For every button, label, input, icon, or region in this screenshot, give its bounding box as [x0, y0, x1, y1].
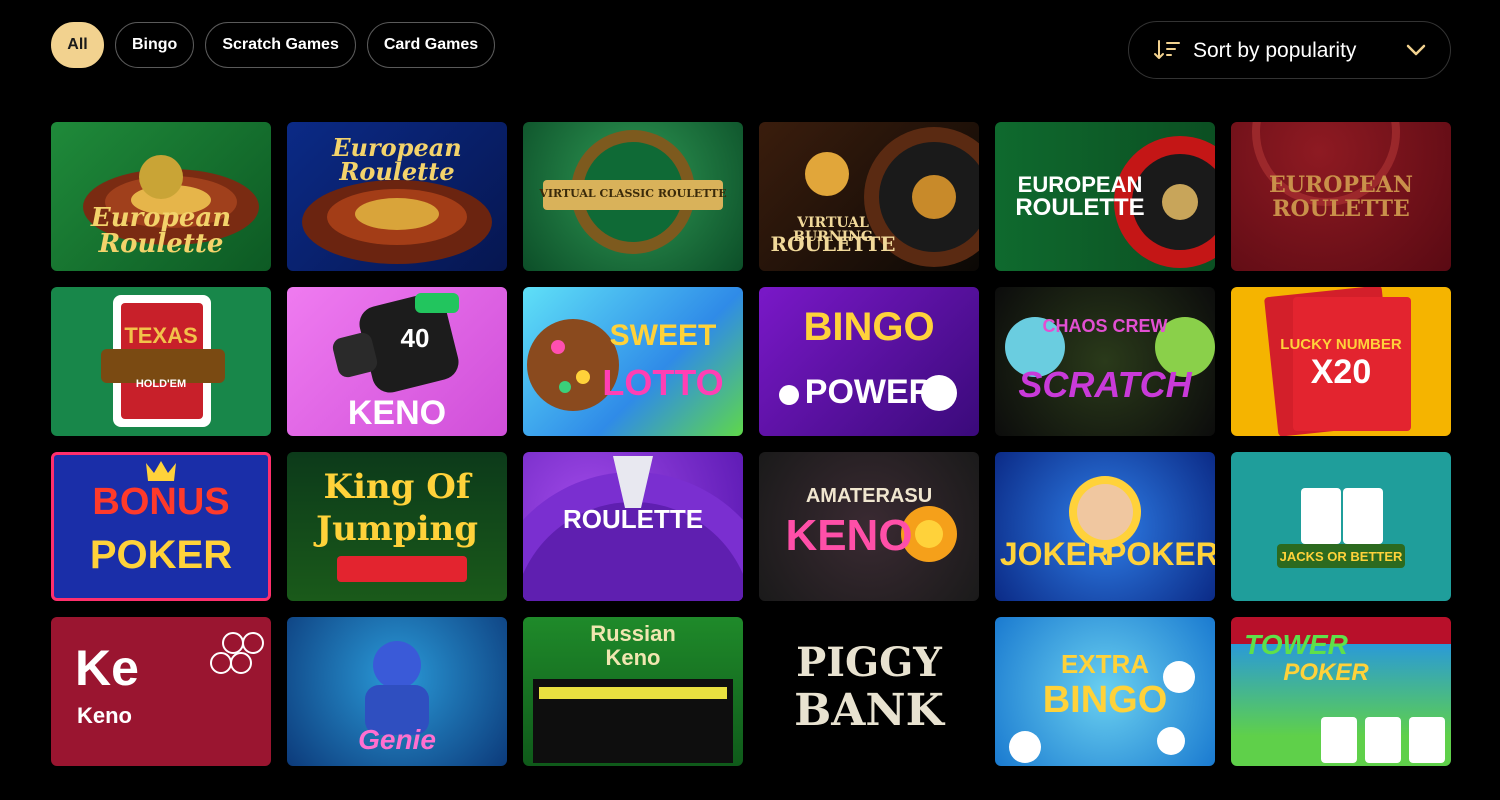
monster-icon: [1005, 317, 1215, 377]
game-tile-virtual-burning-roulette[interactable]: VIRTUAL BURNING ROULETTE: [759, 122, 979, 271]
game-title: SWEET: [609, 319, 717, 352]
game-title: European Roulette: [90, 203, 232, 259]
game-subtitle: BINGO: [1042, 679, 1168, 721]
game-title: Genie: [358, 724, 436, 755]
game-subtitle: KENO: [785, 511, 913, 560]
filter-card-games-chip[interactable]: Card Games: [366, 22, 496, 68]
game-tile-european-roulette-3[interactable]: EUROPEAN ROULETTE: [995, 122, 1215, 271]
sort-label: Sort by popularity: [1193, 39, 1357, 62]
category-filters: All Bingo Scratch Games Card Games: [51, 22, 496, 68]
game-subtitle: ROULETTE: [770, 232, 896, 256]
game-subtitle: BANK: [794, 685, 944, 736]
game-title: ROULETTE: [562, 504, 704, 534]
game-title: BINGO: [803, 305, 935, 349]
game-subtitle: ROULETTE: [1015, 194, 1145, 221]
game-title: LUCKY NUMBER: [1280, 336, 1402, 353]
game-tile-russian-keno[interactable]: Russian Keno: [523, 617, 743, 766]
game-subtitle: LOTTO: [602, 362, 724, 403]
game-title: VIRTUAL CLASSIC ROULETTE: [539, 187, 727, 200]
game-tile-roulette-purple[interactable]: ROULETTE: [523, 452, 743, 601]
game-tile-king-of-jumping[interactable]: King Of Jumping: [287, 452, 507, 601]
game-tile-jacks-or-better[interactable]: JACKS OR BETTER: [1231, 452, 1451, 601]
game-subtitle: X20: [1310, 353, 1372, 391]
game-tile-european-roulette-4[interactable]: EUROPEAN ROULETTE: [1231, 122, 1451, 271]
game-title: KENO: [347, 394, 447, 432]
game-subtitle: POWER: [804, 373, 934, 411]
game-subtitle: SCRATCH: [1018, 364, 1192, 405]
game-subtitle: POKER: [1283, 659, 1369, 686]
playing-card-icon: [1277, 488, 1405, 568]
game-tile-amaterasu-keno[interactable]: AMATERASU KENO: [759, 452, 979, 601]
filter-scratch-games-chip[interactable]: Scratch Games: [205, 22, 356, 68]
game-tile-lucky-number-x20[interactable]: LUCKY NUMBER X20: [1231, 287, 1451, 436]
filter-bingo-chip[interactable]: Bingo: [115, 22, 195, 68]
game-subtitle: ROULETTE: [1272, 196, 1410, 222]
game-tile-bingo-power[interactable]: BINGO POWER: [759, 287, 979, 436]
playing-card-icon: [101, 295, 225, 427]
game-tile-european-roulette-1[interactable]: European Roulette: [51, 122, 271, 271]
game-tile-european-roulette-2[interactable]: European Roulette: [287, 122, 507, 271]
game-subtitle: Jumping: [316, 509, 478, 549]
game-title: King Of: [323, 467, 471, 507]
game-tile-piggy-bank[interactable]: PIGGY BANK: [759, 617, 979, 766]
game-tile-extra-bingo[interactable]: EXTRA BINGO: [995, 617, 1215, 766]
game-tile-chaos-crew-scratch[interactable]: CHAOS CREW SCRATCH: [995, 287, 1215, 436]
game-tile-joker-poker[interactable]: JOKER POKER: [995, 452, 1215, 601]
game-tile-genie[interactable]: Genie: [287, 617, 507, 766]
game-title: TOWER: [1244, 629, 1348, 660]
sort-icon: [1154, 40, 1180, 59]
game-title: AMATERASU: [805, 485, 933, 507]
game-title: CHAOS CREW: [1042, 316, 1168, 336]
game-tile-texas-holdem[interactable]: TEXAS HOLD'EM: [51, 287, 271, 436]
game-title: EUROPEAN: [1017, 172, 1143, 197]
game-title: PIGGY: [796, 639, 942, 686]
game-tile-keno[interactable]: 40 KENO: [287, 287, 507, 436]
game-title: EXTRA: [1060, 649, 1150, 679]
game-title: Ke: [75, 640, 139, 696]
game-tile-keno-element[interactable]: Ke Keno: [51, 617, 271, 766]
game-title: JOKER: [999, 536, 1111, 572]
joker-icon: [1069, 476, 1141, 548]
game-tile-bonus-poker[interactable]: BONUS POKER: [51, 452, 271, 601]
game-tile-tower-poker[interactable]: TOWER POKER: [1231, 617, 1451, 766]
game-subtitle: POKER: [1105, 536, 1215, 572]
game-title: EUROPEAN: [1269, 172, 1413, 198]
filter-all-chip[interactable]: All: [51, 22, 104, 68]
game-title: BONUS: [92, 481, 230, 523]
game-tile-virtual-classic-roulette[interactable]: VIRTUAL CLASSIC ROULETTE: [523, 122, 743, 271]
game-grid: European Roulette European Roulette VIRT…: [51, 122, 1451, 766]
keno-number: 40: [400, 323, 430, 353]
chevron-down-icon: [1406, 44, 1426, 56]
game-subtitle: Keno: [605, 645, 661, 670]
game-title: JACKS OR BETTER: [1279, 549, 1403, 564]
game-title: TEXAS: [124, 323, 198, 348]
game-subtitle: Keno: [77, 703, 132, 728]
sort-dropdown[interactable]: Sort by popularity: [1128, 21, 1451, 79]
game-subtitle: POKER: [89, 533, 233, 577]
game-tile-sweet-lotto[interactable]: SWEET LOTTO: [523, 287, 743, 436]
game-title: Russian: [590, 621, 676, 646]
game-title: European Roulette: [332, 133, 462, 186]
game-subtitle: HOLD'EM: [135, 378, 187, 390]
